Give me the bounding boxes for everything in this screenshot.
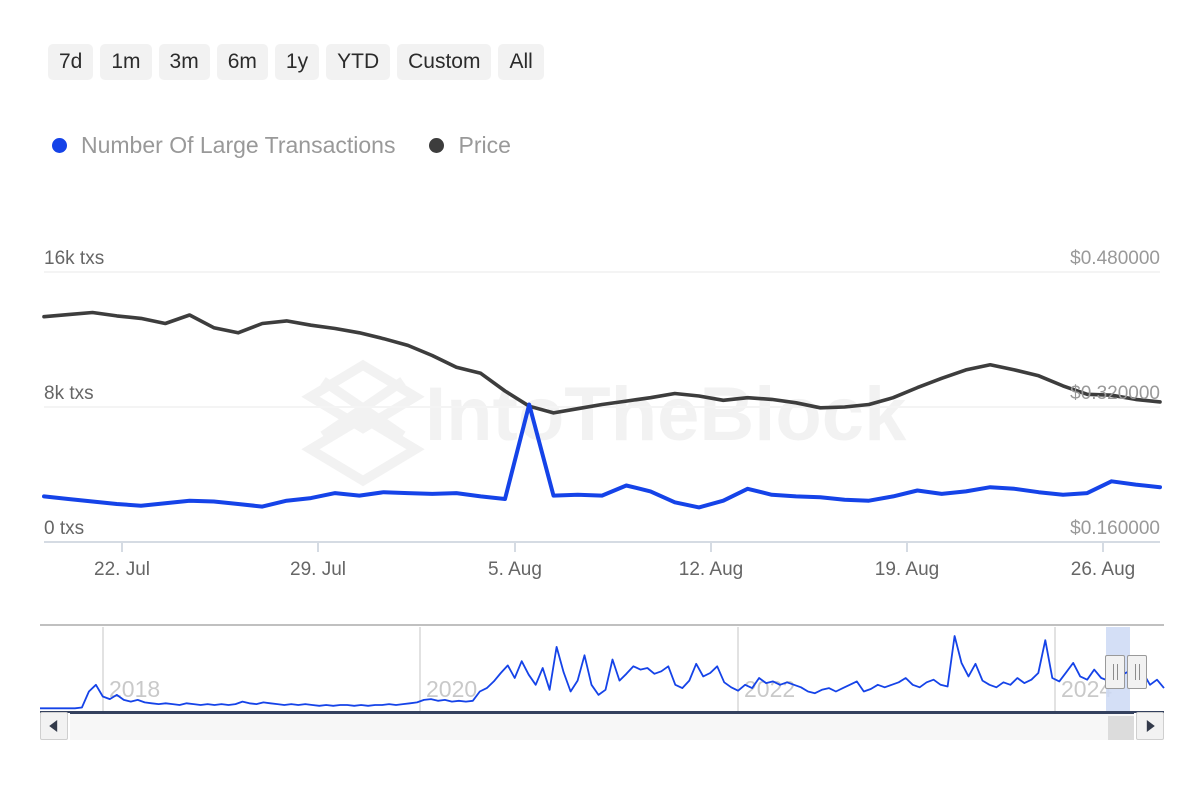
left-axis-label: 16k txs (44, 248, 104, 269)
grip-line-icon (1138, 664, 1140, 680)
left-axis-labels: 16k txs 8k txs 0 txs (44, 248, 104, 539)
navigator-year-label: 2018 (109, 676, 160, 702)
left-axis-label: 0 txs (44, 518, 84, 539)
right-axis-label: $0.480000 (1070, 248, 1160, 269)
grip-line-icon (1134, 664, 1136, 680)
x-axis-label: 22. Jul (94, 559, 150, 580)
intotheblock-watermark: IntoTheBlock (301, 359, 907, 487)
chart-plot-area[interactable]: IntoTheBlock 16k txs 8k txs 0 txs $0.48000… (0, 0, 1200, 800)
grip-line-icon (1116, 664, 1118, 680)
scrollbar-thumb[interactable] (1108, 716, 1134, 740)
x-axis-labels: 22. Jul 29. Jul 5. Aug 12. Aug 19. Aug 26. Au… (94, 559, 1135, 580)
scrollbar-track[interactable] (70, 712, 1134, 740)
navigator-handle-left[interactable] (1105, 655, 1125, 689)
scroll-right-arrow-icon[interactable] (1136, 712, 1164, 740)
chart-navigator[interactable]: 2018 2020 2022 2024 (40, 624, 1165, 713)
right-axis-label: $0.320000 (1070, 383, 1160, 404)
right-axis-label: $0.160000 (1070, 518, 1160, 539)
grip-line-icon (1112, 664, 1114, 680)
x-axis-label: 19. Aug (875, 559, 939, 580)
x-axis-label: 12. Aug (679, 559, 743, 580)
x-axis-label: 29. Jul (290, 559, 346, 580)
navigator-scrollbar[interactable] (40, 712, 1164, 740)
x-axis-label: 5. Aug (488, 559, 542, 580)
chart-x-tick-marks (121, 542, 1104, 552)
scroll-left-arrow-icon[interactable] (40, 712, 68, 740)
left-axis-label: 8k txs (44, 383, 94, 404)
x-axis-label: 26. Aug (1071, 559, 1135, 580)
navigator-year-label: 2022 (744, 676, 795, 702)
navigator-handle-right[interactable] (1127, 655, 1147, 689)
navigator-year-label: 2020 (426, 676, 477, 702)
